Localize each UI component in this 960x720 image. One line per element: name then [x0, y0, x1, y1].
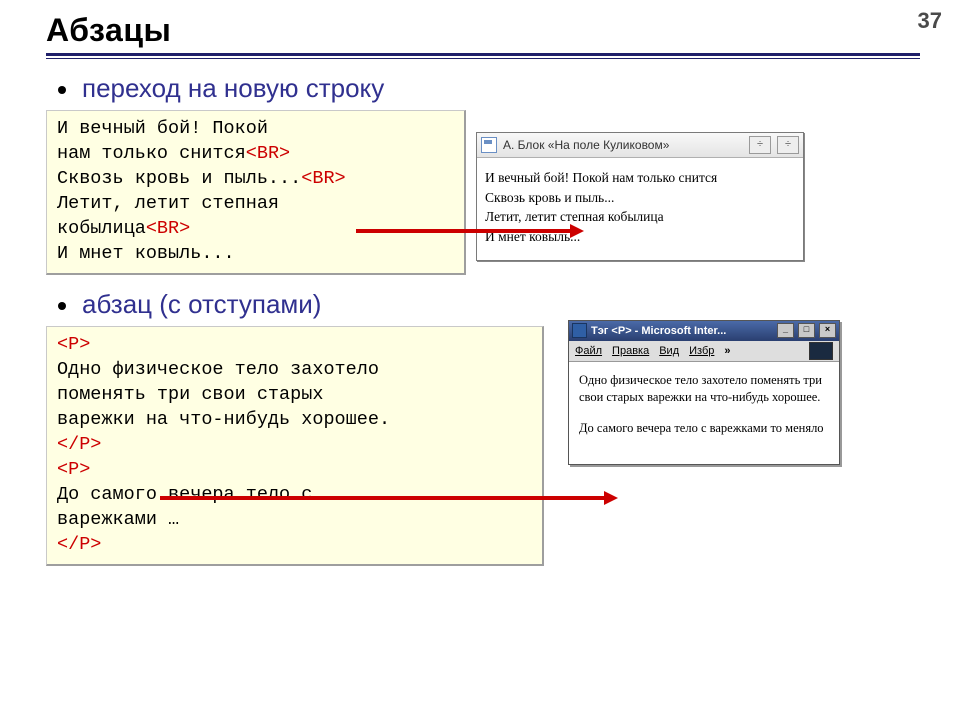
- rendered-line: И мнет ковыль...: [485, 227, 795, 247]
- menu-item-file[interactable]: Файл: [575, 345, 602, 357]
- rendered-line: Сквозь кровь и пыль...: [485, 188, 795, 208]
- preview-body: Одно физическое тело захотело поменять т…: [569, 362, 839, 465]
- bullet-text: абзац (с отступами): [82, 289, 321, 320]
- divider: [46, 53, 920, 56]
- close-button[interactable]: ×: [819, 323, 836, 338]
- rendered-paragraph: До самого вечера тело с варежками то мен…: [579, 420, 829, 437]
- preview-window-p: Тэг <P> - Microsoft Inter... _ □ × Файл …: [568, 320, 840, 466]
- preview-titlebar: Тэг <P> - Microsoft Inter... _ □ ×: [569, 321, 839, 341]
- slide-number: 37: [918, 8, 942, 34]
- ie-icon: [572, 323, 587, 338]
- bullet-paragraph: абзац (с отступами): [46, 289, 920, 320]
- maximize-button[interactable]: □: [798, 323, 815, 338]
- page-title: Абзацы: [46, 12, 920, 49]
- bullet-dot-icon: [58, 86, 66, 94]
- menu-item-view[interactable]: Вид: [659, 345, 679, 357]
- nav-button[interactable]: ÷: [749, 136, 771, 154]
- menu-item-fav[interactable]: Избр: [689, 345, 714, 357]
- nav-button[interactable]: ÷: [777, 136, 799, 154]
- preview-title: А. Блок «На поле Куликовом»: [503, 138, 669, 152]
- rendered-line: И вечный бой! Покой нам только снится: [485, 168, 795, 188]
- preview-menubar: Файл Правка Вид Избр »: [569, 341, 839, 362]
- preview-titlebar: А. Блок «На поле Куликовом» ÷ ÷: [477, 133, 803, 158]
- document-icon: [481, 137, 497, 153]
- menu-overflow[interactable]: »: [724, 345, 730, 357]
- code-block-p: <P> Одно физическое тело захотело поменя…: [46, 326, 544, 566]
- bullet-newline: переход на новую строку: [46, 73, 920, 104]
- throbber-icon: [809, 342, 833, 360]
- bullet-text: переход на новую строку: [82, 73, 384, 104]
- rendered-line: Летит, летит степная кобылица: [485, 207, 795, 227]
- minimize-button[interactable]: _: [777, 323, 794, 338]
- code-block-br: И вечный бой! Покой нам только снится<BR…: [46, 110, 466, 275]
- preview-body: И вечный бой! Покой нам только снится Ск…: [477, 158, 803, 260]
- divider: [46, 58, 920, 59]
- bullet-dot-icon: [58, 302, 66, 310]
- preview-window-br: А. Блок «На поле Куликовом» ÷ ÷ И вечный…: [476, 132, 804, 261]
- menu-item-edit[interactable]: Правка: [612, 345, 649, 357]
- preview-title: Тэг <P> - Microsoft Inter...: [591, 325, 773, 337]
- rendered-paragraph: Одно физическое тело захотело поменять т…: [579, 372, 829, 406]
